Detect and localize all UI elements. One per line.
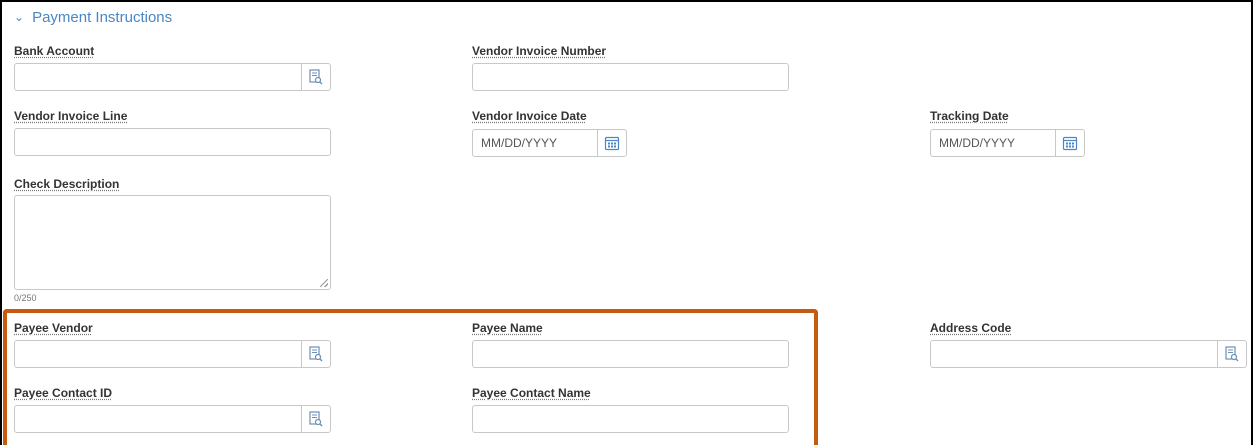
- bank-account-label: Bank Account: [14, 44, 95, 58]
- payee-vendor-field[interactable]: [14, 340, 331, 368]
- address-code-label: Address Code: [930, 321, 1012, 335]
- check-description-textarea[interactable]: [14, 195, 331, 290]
- tracking-date-label: Tracking Date: [930, 109, 1009, 123]
- payee-contact-name-field[interactable]: [472, 405, 789, 433]
- lookup-icon[interactable]: [301, 406, 330, 432]
- tracking-date-field[interactable]: [930, 129, 1085, 157]
- payee-name-input[interactable]: [473, 341, 788, 367]
- address-code-input[interactable]: [931, 341, 1217, 367]
- payee-contact-name-label: Payee Contact Name: [472, 386, 591, 400]
- vendor-invoice-number-label: Vendor Invoice Number: [472, 44, 607, 58]
- vendor-invoice-number-input[interactable]: [473, 64, 788, 90]
- tracking-date-input[interactable]: [931, 130, 1055, 156]
- vendor-invoice-line-label: Vendor Invoice Line: [14, 109, 128, 123]
- payee-name-label: Payee Name: [472, 321, 543, 335]
- vendor-invoice-date-label: Vendor Invoice Date: [472, 109, 587, 123]
- payee-vendor-label: Payee Vendor: [14, 321, 93, 335]
- payee-contact-id-field[interactable]: [14, 405, 331, 433]
- calendar-icon[interactable]: [1055, 130, 1084, 156]
- resize-handle[interactable]: [320, 279, 328, 287]
- section-title: Payment Instructions: [32, 8, 173, 26]
- payee-vendor-input[interactable]: [15, 341, 301, 367]
- character-counter: 0/250: [14, 293, 37, 303]
- vendor-invoice-date-field[interactable]: [472, 129, 627, 157]
- vendor-invoice-line-input[interactable]: [15, 129, 330, 155]
- vendor-invoice-number-field[interactable]: [472, 63, 789, 91]
- check-description-label: Check Description: [14, 177, 120, 191]
- payee-contact-name-input[interactable]: [473, 406, 788, 432]
- vendor-invoice-line-field[interactable]: [14, 128, 331, 156]
- payee-contact-id-input[interactable]: [15, 406, 301, 432]
- section-header[interactable]: ⌄ Payment Instructions: [14, 7, 172, 27]
- vendor-invoice-date-input[interactable]: [473, 130, 597, 156]
- chevron-down-icon[interactable]: ⌄: [14, 10, 24, 24]
- payee-name-field[interactable]: [472, 340, 789, 368]
- payee-contact-id-label: Payee Contact ID: [14, 386, 113, 400]
- bank-account-field[interactable]: [14, 63, 331, 91]
- bank-account-input[interactable]: [15, 64, 301, 90]
- lookup-icon[interactable]: [301, 64, 330, 90]
- address-code-field[interactable]: [930, 340, 1247, 368]
- calendar-icon[interactable]: [597, 130, 626, 156]
- lookup-icon[interactable]: [301, 341, 330, 367]
- lookup-icon[interactable]: [1217, 341, 1246, 367]
